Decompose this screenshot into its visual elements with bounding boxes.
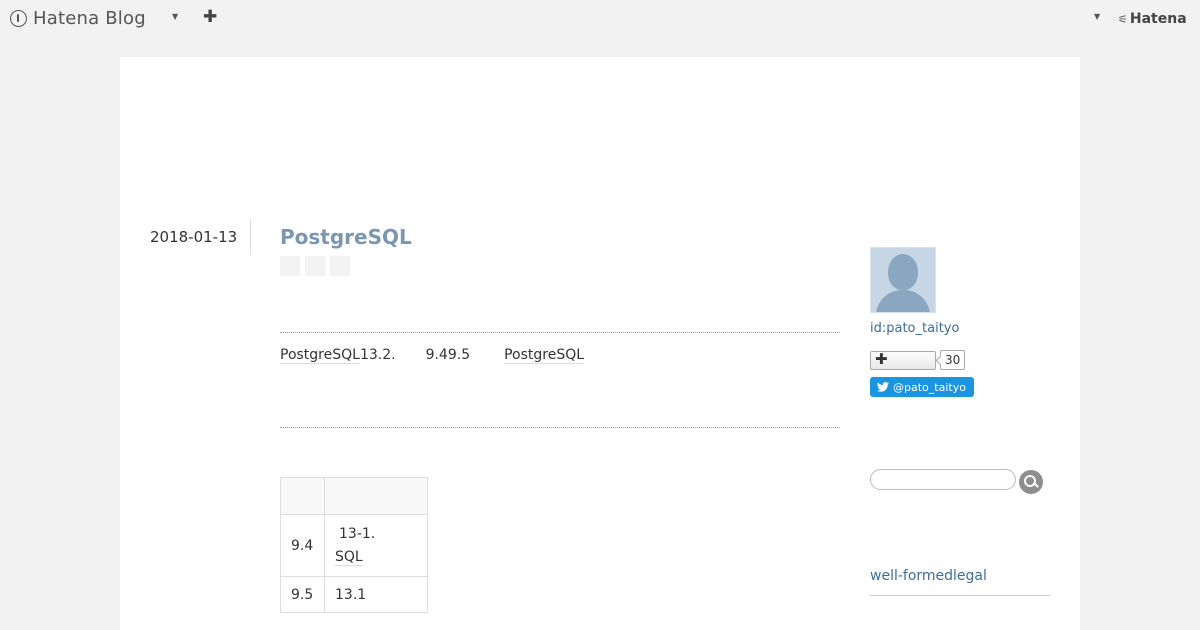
table-header <box>280 477 325 515</box>
twitter-follow-button[interactable]: @pato_taityo <box>870 377 974 397</box>
blog-menu-caret-down-icon[interactable]: ▼ <box>172 12 178 21</box>
cell-text-link[interactable]: SQL <box>335 546 417 569</box>
logo-text: Hatena Blog <box>33 8 146 29</box>
table-cell-version: 9.4 <box>280 514 325 577</box>
account-menu-caret-down-icon[interactable]: ▼ <box>1094 12 1100 21</box>
table-cell: 13-1. SQL <box>324 514 428 577</box>
entry-text: 9.49.5 <box>425 347 471 363</box>
cell-text: 13-1. <box>339 525 376 542</box>
hatena-icon: ⚟ <box>1118 12 1128 26</box>
table-row: 9.5 13.1 <box>280 576 428 613</box>
entry-text: 13.2. <box>359 347 396 363</box>
table-row: 9.4 13-1. SQL <box>280 514 428 577</box>
blog-container: 2018-01-13 PostgreSQL PostgreSQL13.2. 9.4… <box>120 57 1080 630</box>
user-id-link[interactable]: id:pato_taityo <box>870 321 959 336</box>
share-icon[interactable] <box>305 256 325 276</box>
search-input[interactable] <box>870 469 1016 490</box>
plus-icon: ✚ <box>875 350 888 368</box>
share-icon[interactable] <box>330 256 350 276</box>
twitter-bird-icon <box>877 382 889 392</box>
table-cell: 13.1 <box>324 576 428 613</box>
entry-date[interactable]: 2018-01-13 <box>150 228 237 246</box>
hatena-label: Hatena <box>1129 11 1187 27</box>
twitter-handle: @pato_taityo <box>893 380 966 394</box>
divider <box>280 427 840 428</box>
entry-paragraph: PostgreSQL13.2. 9.49.5 PostgreSQL <box>280 347 585 364</box>
hatena-blog-logo-icon <box>10 10 27 27</box>
table-header-row <box>280 477 428 515</box>
divider <box>280 332 840 333</box>
version-table: 9.4 13-1. SQL 9.5 13.1 <box>280 477 428 613</box>
table-header <box>324 477 428 515</box>
entry-title[interactable]: PostgreSQL <box>280 225 412 249</box>
avatar-icon[interactable] <box>870 247 936 313</box>
search-button[interactable] <box>1019 470 1043 494</box>
sidebar-divider <box>870 595 1050 596</box>
follow-button[interactable]: ✚ <box>870 350 936 370</box>
share-icon[interactable] <box>280 256 300 276</box>
share-buttons <box>280 256 350 276</box>
new-post-plus-icon[interactable]: ✚ <box>203 7 217 27</box>
hatena-logo[interactable]: ⚟ Hatena <box>1118 11 1187 27</box>
follow-count: 30 <box>940 350 966 370</box>
sidebar-link[interactable]: well-formedlegal <box>870 568 987 584</box>
date-divider <box>250 219 251 255</box>
keyword-link[interactable]: PostgreSQL <box>504 347 585 364</box>
hatena-blog-logo[interactable]: Hatena Blog <box>10 8 146 29</box>
global-header: Hatena Blog ▼ ✚ ▼ ⚟ Hatena <box>0 0 1200 40</box>
keyword-link[interactable]: PostgreSQL <box>280 347 360 364</box>
table-cell-version: 9.5 <box>280 576 325 613</box>
